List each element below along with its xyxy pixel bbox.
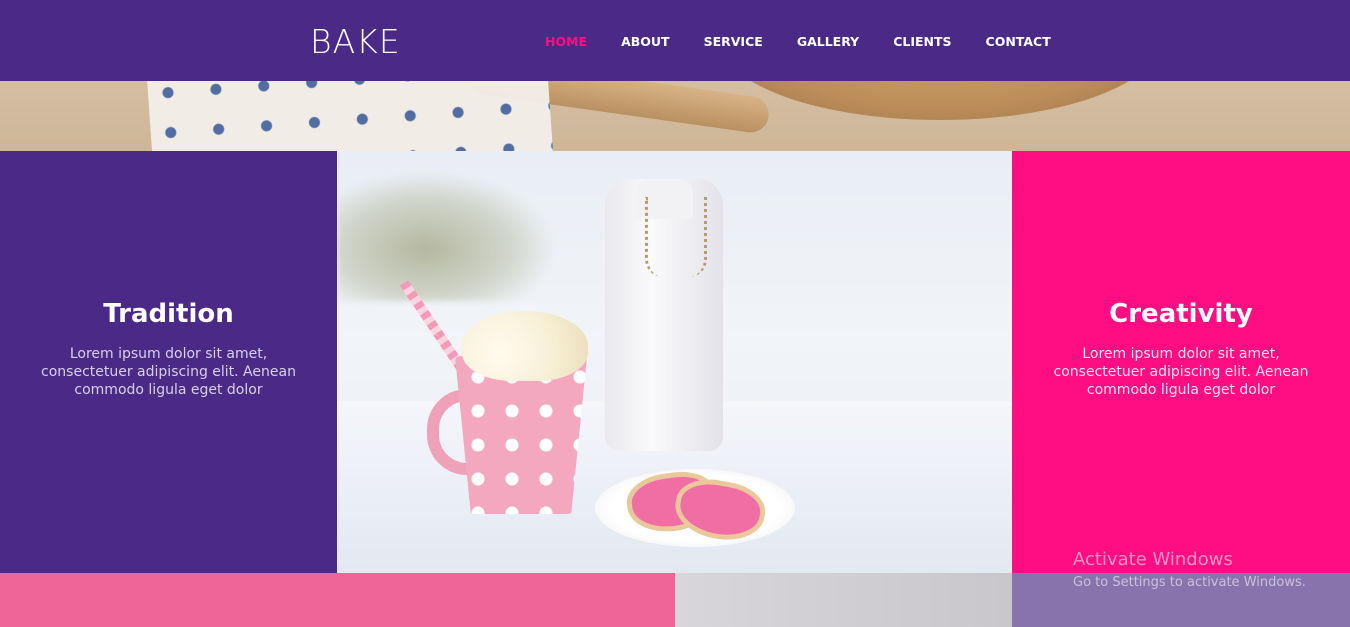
cocoa-cup-photo <box>337 151 1012 573</box>
feature-text: Lorem ipsum dolor sit amet, consectetuer… <box>41 346 296 398</box>
main-nav: HOME ABOUT SERVICE GALLERY CLIENTS CONTA… <box>545 34 1051 49</box>
bottom-block-image <box>675 573 1012 627</box>
nav-contact[interactable]: CONTACT <box>986 34 1051 49</box>
whipped-cream-image <box>462 311 588 381</box>
bottom-block-pink <box>0 573 675 627</box>
nav-home[interactable]: HOME <box>545 34 587 49</box>
brand-logo[interactable]: BAKE <box>310 22 401 61</box>
nav-about[interactable]: ABOUT <box>621 34 670 49</box>
feature-title: Creativity <box>1109 299 1253 329</box>
feature-title: Tradition <box>103 299 234 329</box>
feature-text: Lorem ipsum dolor sit amet, consectetuer… <box>1053 346 1309 398</box>
feature-tradition: Tradition Lorem ipsum dolor sit amet, co… <box>0 151 337 573</box>
feature-creativity: Creativity Lorem ipsum dolor sit amet, c… <box>1012 151 1350 573</box>
nav-gallery[interactable]: GALLERY <box>797 34 859 49</box>
top-navbar: BAKE HOME ABOUT SERVICE GALLERY CLIENTS … <box>0 0 1350 81</box>
nav-service[interactable]: SERVICE <box>704 34 763 49</box>
bottom-block-purple <box>1012 573 1350 627</box>
nav-clients[interactable]: CLIENTS <box>893 34 951 49</box>
